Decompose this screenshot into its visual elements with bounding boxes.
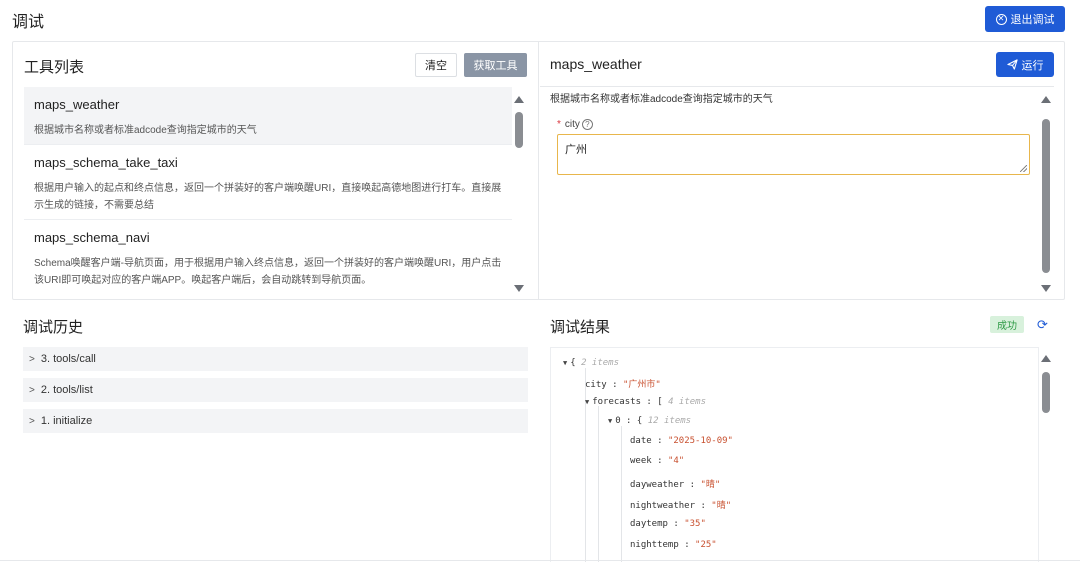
json-viewer: ▼{ 2 items city : "广州市" ▼ forecasts : [ 4… [550,347,1039,562]
history-title: 调试历史 [23,319,84,336]
history-item-label: 2. tools/list [40,384,93,396]
exit-debug-button[interactable]: ✕ 退出调试 [985,6,1065,32]
required-marker: * [557,119,561,130]
city-label-text: city [564,119,580,130]
detail-divider [540,86,1054,87]
history-item-label: 3. tools/call [40,353,96,365]
tool-detail-description: 根据城市名称或者标准adcode查询指定城市的天气 [550,94,773,105]
json-field[interactable]: ▼ 0 : { 12 items [608,416,691,426]
json-field: nightweather : "晴" [630,501,732,511]
scroll-up-arrow-icon[interactable] [1041,96,1051,103]
detail-scrollbar[interactable] [1042,119,1050,273]
resize-handle-icon[interactable] [1020,165,1027,172]
scroll-up-arrow-icon[interactable] [514,96,524,103]
chevron-right-icon: > [29,353,35,365]
bottom-border [0,560,1080,561]
tool-list-title: 工具列表 [24,59,85,76]
run-button[interactable]: 运行 [996,52,1054,77]
json-field[interactable]: ▼ forecasts : [ 4 items [585,397,706,407]
scroll-down-arrow-icon[interactable] [514,285,524,292]
close-circle-icon: ✕ [995,13,1007,25]
history-item[interactable]: > 1. initialize [23,409,528,433]
scroll-down-arrow-icon[interactable] [1041,285,1051,292]
json-field: date : "2025-10-09" [630,436,733,446]
tool-item[interactable]: maps_weather 根据城市名称或者标准adcode查询指定城市的天气 [24,87,512,145]
result-title: 调试结果 [550,319,611,336]
help-icon[interactable]: ? [581,119,593,130]
city-input-value: 广州 [565,144,587,156]
chevron-right-icon: > [29,384,35,396]
tool-list-scrollbar[interactable] [515,112,523,148]
history-item[interactable]: > 2. tools/list [23,378,528,402]
clear-button[interactable]: 清空 [415,53,457,77]
collapse-triangle-icon[interactable]: ▼ [563,359,567,367]
tool-detail-title: maps_weather [550,56,642,72]
history-item[interactable]: > 3. tools/call [23,347,528,371]
tool-description: Schema唤醒客户端-导航页面，用于根据用户输入终点信息，返回一个拼装好的客户… [34,258,502,286]
tool-name: maps_schema_navi [34,230,150,245]
tool-item[interactable]: maps_schema_navi Schema唤醒客户端-导航页面，用于根据用户… [24,220,512,296]
refresh-icon[interactable]: ⟳ [1037,317,1048,333]
json-field: dayweather : "晴" [630,480,721,490]
scroll-up-arrow-icon[interactable] [1041,355,1051,362]
tool-name: maps_schema_take_taxi [34,155,178,170]
page-title: 调试 [12,14,45,31]
fetch-tools-button[interactable]: 获取工具 [464,53,527,77]
tool-item[interactable]: maps_schema_take_taxi 根据用户输入的起点和终点信息，返回一… [24,145,512,220]
tool-description: 根据用户输入的起点和终点信息，返回一个拼装好的客户端唤醒URI，直接唤起高德地图… [34,183,502,211]
exit-debug-label: 退出调试 [1010,14,1055,26]
json-root[interactable]: ▼{ 2 items [563,358,619,368]
collapse-triangle-icon[interactable]: ▼ [585,398,589,406]
json-field: daytemp : "35" [630,519,706,529]
collapse-triangle-icon[interactable]: ▼ [608,417,612,425]
panel-divider [538,41,539,300]
city-input[interactable]: 广州 [557,134,1030,175]
history-item-label: 1. initialize [40,415,93,427]
run-label: 运行 [1021,59,1044,72]
result-scrollbar[interactable] [1042,372,1050,413]
tool-list: maps_weather 根据城市名称或者标准adcode查询指定城市的天气 m… [24,87,512,296]
status-badge: 成功 [990,316,1024,333]
chevron-right-icon: > [29,415,35,427]
city-param-label: * city ? [557,119,593,130]
json-field: city : "广州市" [585,380,661,390]
json-field: week : "4" [630,456,685,466]
send-icon [1006,59,1018,70]
json-field: nighttemp : "25" [630,540,717,550]
tool-description: 根据城市名称或者标准adcode查询指定城市的天气 [34,125,257,136]
tool-name: maps_weather [34,97,120,112]
